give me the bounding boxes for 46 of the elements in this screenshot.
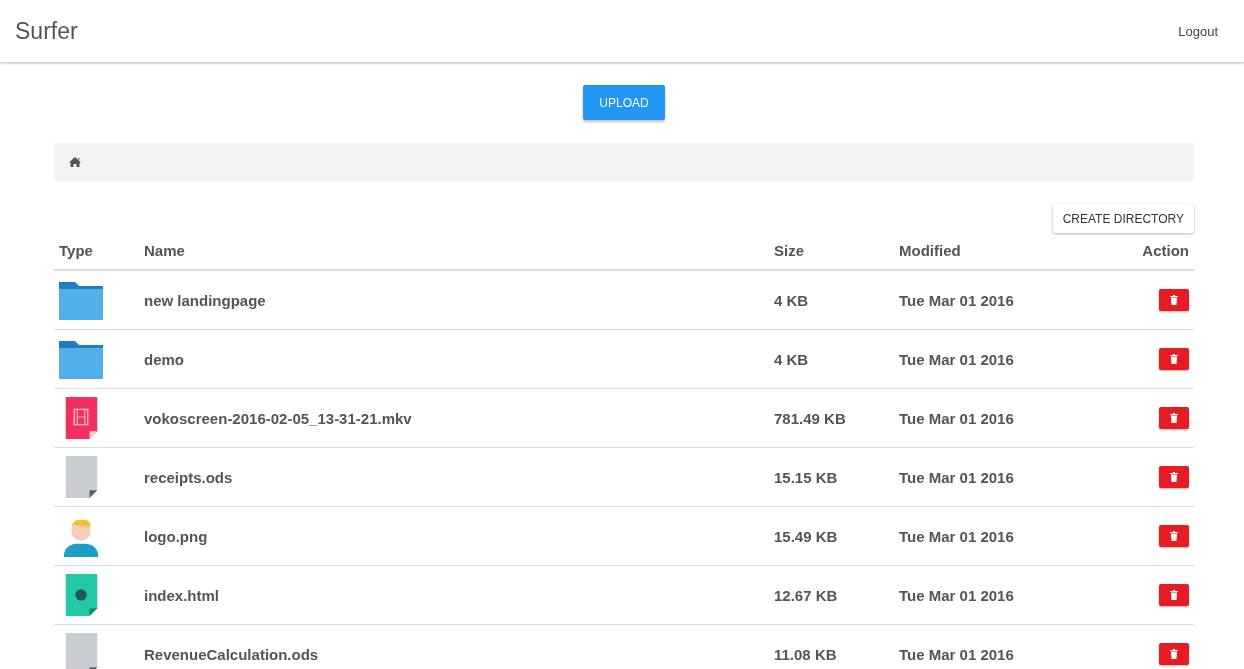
modified-date: Tue Mar 01 2016	[894, 388, 1104, 448]
modified-date: Tue Mar 01 2016	[894, 447, 1104, 507]
file-size: 12.67 KB	[769, 565, 894, 625]
file-name[interactable]: vokoscreen-2016-02-05_13-31-21.mkv	[139, 388, 769, 448]
modified-date: Tue Mar 01 2016	[894, 506, 1104, 566]
file-name[interactable]: index.html	[139, 565, 769, 625]
folder-icon	[59, 279, 103, 321]
delete-button[interactable]	[1159, 584, 1189, 606]
delete-button[interactable]	[1159, 289, 1189, 311]
column-header: Size	[769, 232, 894, 270]
file-name[interactable]: new landingpage	[139, 270, 769, 330]
delete-button[interactable]	[1159, 643, 1189, 665]
trash-icon	[1170, 531, 1178, 541]
column-header: Action	[1104, 232, 1194, 270]
trash-icon	[1170, 649, 1178, 659]
trash-icon	[1170, 354, 1178, 364]
trash-icon	[1170, 590, 1178, 600]
column-header: Name	[139, 232, 769, 270]
trash-icon	[1170, 413, 1178, 423]
delete-button[interactable]	[1159, 525, 1189, 547]
folder-icon	[59, 338, 103, 380]
delete-button[interactable]	[1159, 407, 1189, 429]
modified-date: Tue Mar 01 2016	[894, 329, 1104, 389]
file-name[interactable]: RevenueCalculation.ods	[139, 624, 769, 669]
modified-date: Tue Mar 01 2016	[894, 270, 1104, 330]
trash-icon	[1170, 472, 1178, 482]
trash-icon	[1170, 295, 1178, 305]
delete-button[interactable]	[1159, 466, 1189, 488]
modified-date: Tue Mar 01 2016	[894, 624, 1104, 669]
delete-button[interactable]	[1159, 348, 1189, 370]
column-header: Modified	[894, 232, 1104, 270]
create-directory-button[interactable]: CREATE DIRECTORY	[1052, 204, 1194, 233]
brand-title[interactable]: Surfer	[15, 17, 78, 45]
file-name[interactable]: demo	[139, 329, 769, 389]
file-size: 781.49 KB	[769, 388, 894, 448]
file-size: 15.49 KB	[769, 506, 894, 566]
file-name[interactable]: logo.png	[139, 506, 769, 566]
home-icon[interactable]	[69, 157, 81, 167]
modified-date: Tue Mar 01 2016	[894, 565, 1104, 625]
file-name[interactable]: receipts.ods	[139, 447, 769, 507]
column-header: Type	[54, 232, 139, 270]
file-size: 4 KB	[769, 329, 894, 389]
file-size: 15.15 KB	[769, 447, 894, 507]
logout-link[interactable]: Logout	[1178, 23, 1218, 39]
file-size: 11.08 KB	[769, 624, 894, 669]
file-size: 4 KB	[769, 270, 894, 330]
